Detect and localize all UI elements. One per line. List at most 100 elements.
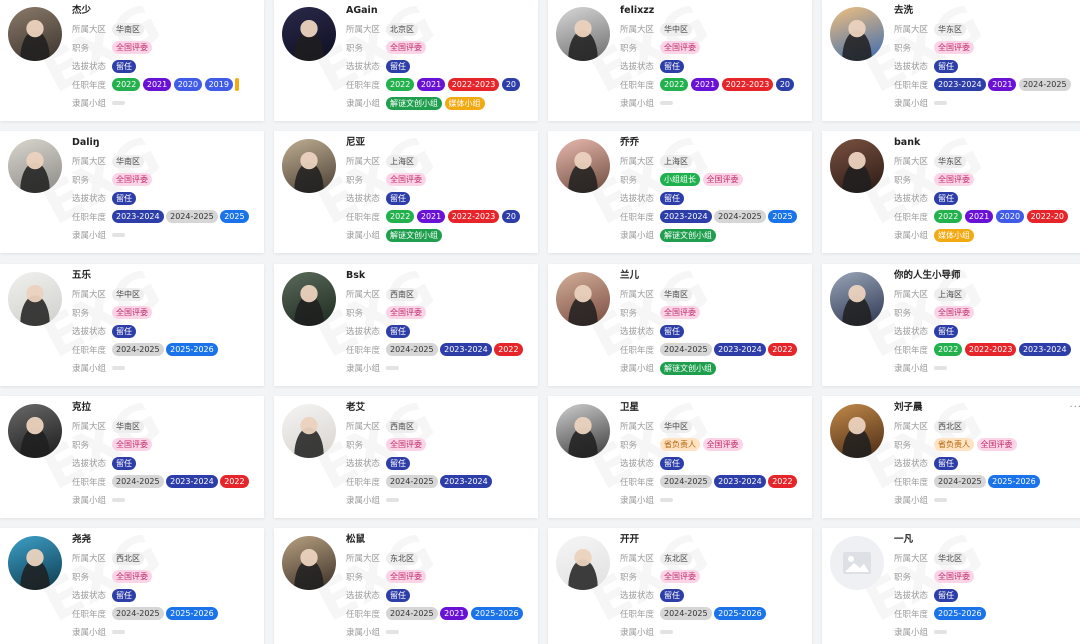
judge-card[interactable]: EXG卫星所属大区华中区职务省负责人全国评委选拔状态留任任职年度2024-202…: [548, 396, 812, 518]
field-label-status: 选拔状态: [620, 194, 655, 205]
avatar[interactable]: [556, 404, 610, 458]
avatar[interactable]: [8, 536, 62, 590]
avatar[interactable]: [556, 272, 610, 326]
judge-card[interactable]: EXG去洗所属大区华东区职务全国评委选拔状态留任任职年度2023-2024202…: [822, 0, 1080, 121]
field-label-status: 选拔状态: [72, 62, 107, 73]
judge-name: Daliŋ: [72, 137, 100, 148]
card-info: 杰少 所属大区 华南区 职务 全国评委 选拔状态 留任 任职年度 2022 2021 2020 201…: [72, 4, 264, 113]
avatar[interactable]: [8, 272, 62, 326]
year-tag: 2021: [964, 210, 994, 224]
avatar[interactable]: [556, 536, 610, 590]
year-tag: 2023-2024: [934, 78, 986, 92]
year-tag: 2021: [440, 607, 469, 621]
field-label-position: 职务: [72, 43, 90, 54]
avatar[interactable]: [830, 7, 884, 61]
judge-card[interactable]: EXG开开所属大区东北区职务全国评委选拔状态留任任职年度2024-2025202…: [548, 528, 812, 644]
judge-card[interactable]: EXG五乐所属大区华中区职务全国评委选拔状态留任任职年度2024-2025202…: [0, 264, 264, 386]
year-tag: 2024-2025: [386, 343, 438, 357]
judge-card[interactable]: EXGBsk所属大区西南区职务全国评委选拔状态留任任职年度2024-202520…: [274, 264, 538, 386]
card-info: bank 所属大区 华东区 职务 全国评委 选拔状态 留任 任职年度 2022 2021 2020 2…: [894, 136, 1080, 245]
year-tag: 2024-2025: [1018, 78, 1071, 92]
field-label-region: 所属大区: [346, 157, 381, 168]
year-tag: 2025-2026: [166, 343, 218, 357]
year-tag: 2021: [416, 78, 446, 92]
judge-card[interactable]: EXG尧尧所属大区西北区职务全国评委选拔状态留任任职年度2024-2025202…: [0, 528, 264, 644]
position-row: 职务 全国评委: [72, 436, 264, 455]
region-tag: 东北区: [386, 551, 418, 565]
avatar[interactable]: [8, 7, 62, 61]
year-tag: 2021: [988, 78, 1017, 92]
field-label-group: 隶属小组: [620, 496, 655, 507]
card-info: felixzz 所属大区 华中区 职务 全国评委 选拔状态 留任 任职年度 2022 2021 20…: [620, 4, 812, 113]
judge-card[interactable]: EXGAGain所属大区北京区职务全国评委选拔状态留任任职年度202220212…: [274, 0, 538, 121]
card-info: 五乐 所属大区 华中区 职务 全国评委 选拔状态 留任 任职年度 2024-2025 2025-2…: [72, 269, 264, 378]
group-row: 隶属小组: [72, 491, 264, 510]
region-tag: 华北区: [934, 551, 966, 565]
avatar[interactable]: [282, 272, 336, 326]
status-tag: 留任: [934, 59, 958, 73]
year-tag: 2025-2026: [988, 475, 1040, 489]
status-tag: 留任: [934, 456, 958, 470]
field-label-position: 职务: [620, 308, 638, 319]
year-tag: 2022: [386, 78, 415, 92]
judge-card[interactable]: EXG尼亚所属大区上海区职务全国评委选拔状态留任任职年度202220212022…: [274, 131, 538, 253]
field-label-region: 所属大区: [894, 422, 929, 433]
judge-card[interactable]: EXG松鼠所属大区东北区职务全国评委选拔状态留任任职年度2024-2025202…: [274, 528, 538, 644]
judge-name: 去洗: [894, 5, 914, 16]
position-row: 职务 全国评委: [894, 568, 1080, 587]
year-tag: 2020: [995, 210, 1025, 224]
judge-card[interactable]: EXG兰儿所属大区华南区职务全国评委选拔状态留任任职年度2024-2025202…: [548, 264, 812, 386]
judge-card[interactable]: EXG杰少所属大区华南区职务全国评委选拔状态留任任职年度202220212020…: [0, 0, 264, 121]
group-row: 隶属小组: [72, 359, 264, 378]
judge-card[interactable]: EXGfelixzz所属大区华中区职务全国评委选拔状态留任任职年度2022202…: [548, 0, 812, 121]
card-info: 去洗 所属大区 华东区 职务 全国评委 选拔状态 留任 任职年度 2023-2024 2021 20…: [894, 4, 1080, 113]
field-label-region: 所属大区: [72, 290, 107, 301]
avatar[interactable]: [556, 7, 610, 61]
status-tag: 留任: [660, 588, 684, 602]
avatar[interactable]: [282, 536, 336, 590]
years-row: 任职年度 2024-2025 2025-2026: [72, 341, 264, 360]
card-info: Bsk 所属大区 西南区 职务 全国评委 选拔状态 留任 任职年度 2024-2025 2023-…: [346, 269, 538, 378]
region-row: 所属大区 上海区: [894, 285, 1080, 304]
avatar[interactable]: [830, 404, 884, 458]
avatar[interactable]: [282, 7, 336, 61]
position-tag: 全国评委: [386, 173, 426, 187]
avatar[interactable]: [830, 536, 884, 590]
field-label-position: 职务: [620, 43, 638, 54]
position-tag: 全国评委: [702, 438, 743, 452]
judge-card[interactable]: EXG老艾所属大区西南区职务全国评委选拔状态留任任职年度2024-2025202…: [274, 396, 538, 518]
field-label-status: 选拔状态: [346, 194, 381, 205]
judge-card[interactable]: EXGbank所属大区华东区职务全国评委选拔状态留任任职年度2022202120…: [822, 131, 1080, 253]
avatar[interactable]: [830, 139, 884, 193]
avatar[interactable]: [282, 139, 336, 193]
judge-name: bank: [894, 137, 921, 148]
year-tag: 2023-2024: [440, 343, 492, 357]
avatar[interactable]: [830, 272, 884, 326]
year-tag: 2023-2024: [440, 475, 492, 489]
avatar[interactable]: [282, 404, 336, 458]
status-tag: 留任: [112, 588, 136, 602]
field-label-status: 选拔状态: [72, 459, 107, 470]
judge-card[interactable]: EXG刘子晨所属大区西北区职务省负责人全国评委选拔状态留任任职年度2024-20…: [822, 396, 1080, 518]
judge-card[interactable]: EXG乔乔所属大区上海区职务小组组长全国评委选拔状态留任任职年度2023-202…: [548, 131, 812, 253]
status-row: 选拔状态 留任: [346, 454, 538, 473]
card-info: 尧尧 所属大区 西北区 职务 全国评委 选拔状态 留任 任职年度 2024-2025 2025-2…: [72, 533, 264, 642]
status-row: 选拔状态 留任: [894, 189, 1080, 208]
judge-card[interactable]: EXGDaliŋ所属大区华南区职务全国评委选拔状态留任任职年度2023-2024…: [0, 131, 264, 253]
avatar[interactable]: [556, 139, 610, 193]
group-tag: 媒体小组: [444, 96, 485, 110]
card-info: 松鼠 所属大区 东北区 职务 全国评委 选拔状态 留任 任职年度 2024-2025 2021 20…: [346, 533, 538, 642]
field-label-region: 所属大区: [72, 25, 107, 36]
avatar[interactable]: [8, 404, 62, 458]
judge-card[interactable]: EXG一凡所属大区华北区职务全国评委选拔状态留任任职年度2025-2026隶属小…: [822, 528, 1080, 644]
more-options-icon[interactable]: ···: [1069, 402, 1080, 413]
region-row: 所属大区 西北区: [894, 417, 1080, 436]
judge-name: 开开: [620, 534, 640, 545]
year-tag: 2022-2023: [447, 78, 500, 92]
avatar[interactable]: [8, 139, 62, 193]
year-tag: 2022-2023: [964, 343, 1017, 357]
status-row: 选拔状态 留任: [620, 322, 812, 341]
judge-name: 尼亚: [346, 137, 366, 148]
judge-card[interactable]: EXG克拉所属大区华南区职务全国评委选拔状态留任任职年度2024-2025202…: [0, 396, 264, 518]
judge-card[interactable]: EXG你的人生小导师所属大区上海区职务全国评委选拔状态留任任职年度2022202…: [822, 264, 1080, 386]
